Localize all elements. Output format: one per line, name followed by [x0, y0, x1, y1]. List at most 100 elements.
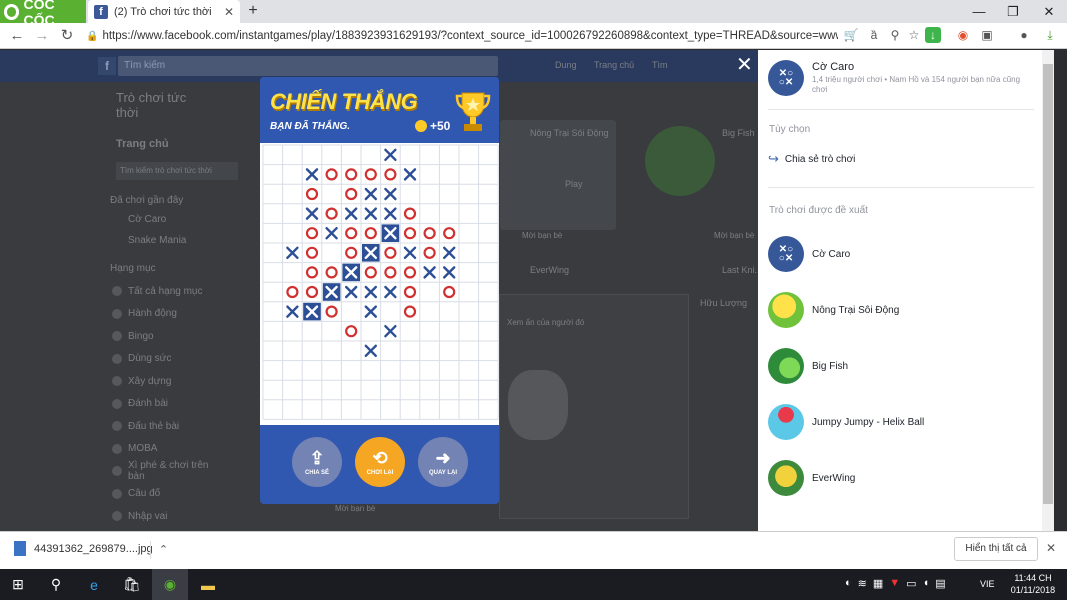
system-tray: ◐ ≋ ▦ ▼ ▭ ◖ ▤ [845, 577, 946, 590]
replay-button[interactable]: ⟲ CHƠI LẠI [355, 437, 405, 487]
recent-item[interactable]: Snake Mania [128, 235, 186, 246]
search-icon[interactable]: ⚲ [38, 569, 74, 600]
network-icon[interactable]: ▦ [873, 577, 883, 590]
user-name[interactable]: Dung [555, 60, 577, 70]
windows-start-icon[interactable]: ⊞ [0, 569, 36, 600]
divider [768, 109, 1034, 110]
facebook-search[interactable]: Tìm kiếm [118, 56, 498, 76]
back-label: QUAY LẠI [428, 469, 457, 476]
store-icon[interactable]: 🛍 [114, 569, 150, 600]
coccoc-logo[interactable]: CỐC CỐC [0, 0, 86, 28]
x-piece [423, 266, 436, 279]
invite-label[interactable]: Mời bạn bè [522, 231, 562, 240]
back-to-game-button[interactable]: ➜ QUAY LẠI [418, 437, 468, 487]
chat-name: Hữu Lượng [700, 298, 747, 308]
recent-item[interactable]: Cờ Caro [128, 214, 166, 225]
o-piece [305, 246, 319, 259]
category-item[interactable]: Tất cả hạng mục [112, 280, 222, 303]
invite-label[interactable]: Mời bạn bè [714, 231, 754, 240]
forward-button[interactable]: → [33, 26, 51, 46]
winning-x-piece [342, 263, 360, 282]
new-tab-button[interactable]: + [244, 2, 262, 20]
category-item[interactable]: Xây dựng [112, 370, 222, 393]
profile-icon[interactable]: ● [1016, 27, 1032, 43]
suggested-game[interactable]: EverWing [768, 450, 1034, 506]
back-button[interactable]: ← [8, 26, 26, 46]
x-piece [403, 168, 417, 181]
address-bar[interactable]: 🔒 https://www.facebook.com/instantgames/… [86, 25, 838, 47]
zoom-icon[interactable]: ⚲ [887, 27, 903, 43]
download-item[interactable]: 44391362_269879....jpg [14, 541, 153, 556]
category-item[interactable]: Nhập vai [112, 505, 222, 528]
x-piece [384, 187, 397, 201]
suggested-game[interactable]: ✕○ ○✕ Cờ Caro [768, 226, 1034, 282]
category-icon [112, 308, 122, 319]
share-icon: ⇪ [309, 447, 325, 468]
notification-icon[interactable]: ▤ [935, 577, 945, 590]
download-file-name: 44391362_269879....jpg [34, 542, 153, 555]
category-item[interactable]: Bingo [112, 325, 222, 348]
home-link[interactable]: Trang chủ [594, 60, 634, 70]
close-window-button[interactable]: ✕ [1032, 0, 1066, 23]
download-icon[interactable]: ⤓ [1042, 27, 1058, 43]
extension-icon[interactable]: ▣ [979, 27, 995, 43]
bookmark-star-icon[interactable]: ☆ [906, 27, 922, 43]
download-menu-icon[interactable]: ⌃ [150, 541, 176, 559]
o-piece [423, 246, 436, 259]
maximize-button[interactable]: ❐ [996, 0, 1030, 23]
download-ext-icon[interactable]: ↓ [925, 27, 941, 43]
translate-icon[interactable]: ȁ [866, 27, 882, 43]
find-link[interactable]: Tìm [652, 60, 668, 70]
win-title: CHIẾN THẮNG [270, 89, 418, 114]
edge-icon[interactable]: e [76, 569, 112, 600]
reload-button[interactable]: ↻ [58, 26, 76, 46]
category-item[interactable]: MOBA [112, 438, 222, 461]
category-item[interactable]: Xì phé & chơi trên bàn [112, 460, 222, 483]
antivirus-icon[interactable]: ▼ [889, 577, 900, 590]
category-label: Nhập vai [128, 510, 168, 522]
close-game-icon[interactable]: ✕ [736, 55, 753, 75]
chrome-ext-icon[interactable]: ◉ [955, 27, 971, 43]
coccoc-taskbar-icon[interactable]: ◉ [152, 569, 188, 600]
language-indicator[interactable]: VIE [980, 579, 995, 589]
minimize-button[interactable]: — [962, 0, 996, 23]
show-all-downloads-button[interactable]: Hiển thị tất cả [954, 537, 1038, 561]
category-icon [112, 353, 122, 364]
o-piece [384, 266, 397, 279]
suggested-game[interactable]: Jumpy Jumpy - Helix Ball [768, 394, 1034, 450]
category-item[interactable]: Đấu thẻ bài [112, 415, 222, 438]
file-explorer-icon[interactable]: ▬ [190, 569, 226, 600]
facebook-logo-icon[interactable]: f [98, 57, 116, 75]
o-piece [305, 227, 319, 240]
helix-game-icon [768, 404, 804, 440]
category-item[interactable]: Dùng sức [112, 348, 222, 371]
battery-icon[interactable]: ▭ [906, 577, 916, 590]
suggested-game[interactable]: Big Fish [768, 338, 1034, 394]
category-list: Tất cả hạng mục Hành động Bingo Dùng sức Xây… [112, 280, 222, 528]
category-item[interactable]: Đánh bài [112, 393, 222, 416]
share-button[interactable]: ⇪ CHIA SẺ [292, 437, 342, 487]
scrollbar-thumb[interactable] [1043, 64, 1053, 504]
clock[interactable]: 11:44 CH 01/11/2018 [1005, 572, 1061, 596]
share-game-link[interactable]: ↪ Chia sẻ trò chơi [768, 151, 855, 167]
category-icon [112, 398, 122, 409]
close-tab-icon[interactable]: ✕ [224, 5, 234, 19]
category-item[interactable]: Câu đố [112, 483, 222, 506]
browser-tab[interactable]: f (2) Trò chơi tức thời ✕ [88, 0, 240, 23]
volume-icon[interactable]: ◖ [923, 577, 930, 590]
sidebar-home[interactable]: Trang chủ [116, 138, 169, 150]
suggested-game[interactable]: Nông Trại Sôi Động [768, 282, 1034, 338]
cart-icon[interactable]: 🛒 [843, 27, 859, 43]
wifi-icon[interactable]: ≋ [858, 577, 867, 590]
category-label: Tất cả hạng mục [128, 285, 203, 297]
category-item[interactable]: Hành động [112, 303, 222, 326]
game-board[interactable] [260, 143, 499, 425]
play-label[interactable]: Play [565, 179, 583, 189]
game-name[interactable]: Cờ Caro [812, 61, 854, 73]
o-piece [364, 266, 377, 279]
invite-label[interactable]: Mời bạn bè [335, 504, 375, 513]
search-games-input[interactable]: Tìm kiếm trò chơi tức thời [116, 162, 238, 180]
close-download-bar-icon[interactable]: ✕ [1046, 541, 1056, 555]
x-piece [305, 168, 319, 181]
chat-tray-icon[interactable]: ◐ [845, 577, 852, 590]
